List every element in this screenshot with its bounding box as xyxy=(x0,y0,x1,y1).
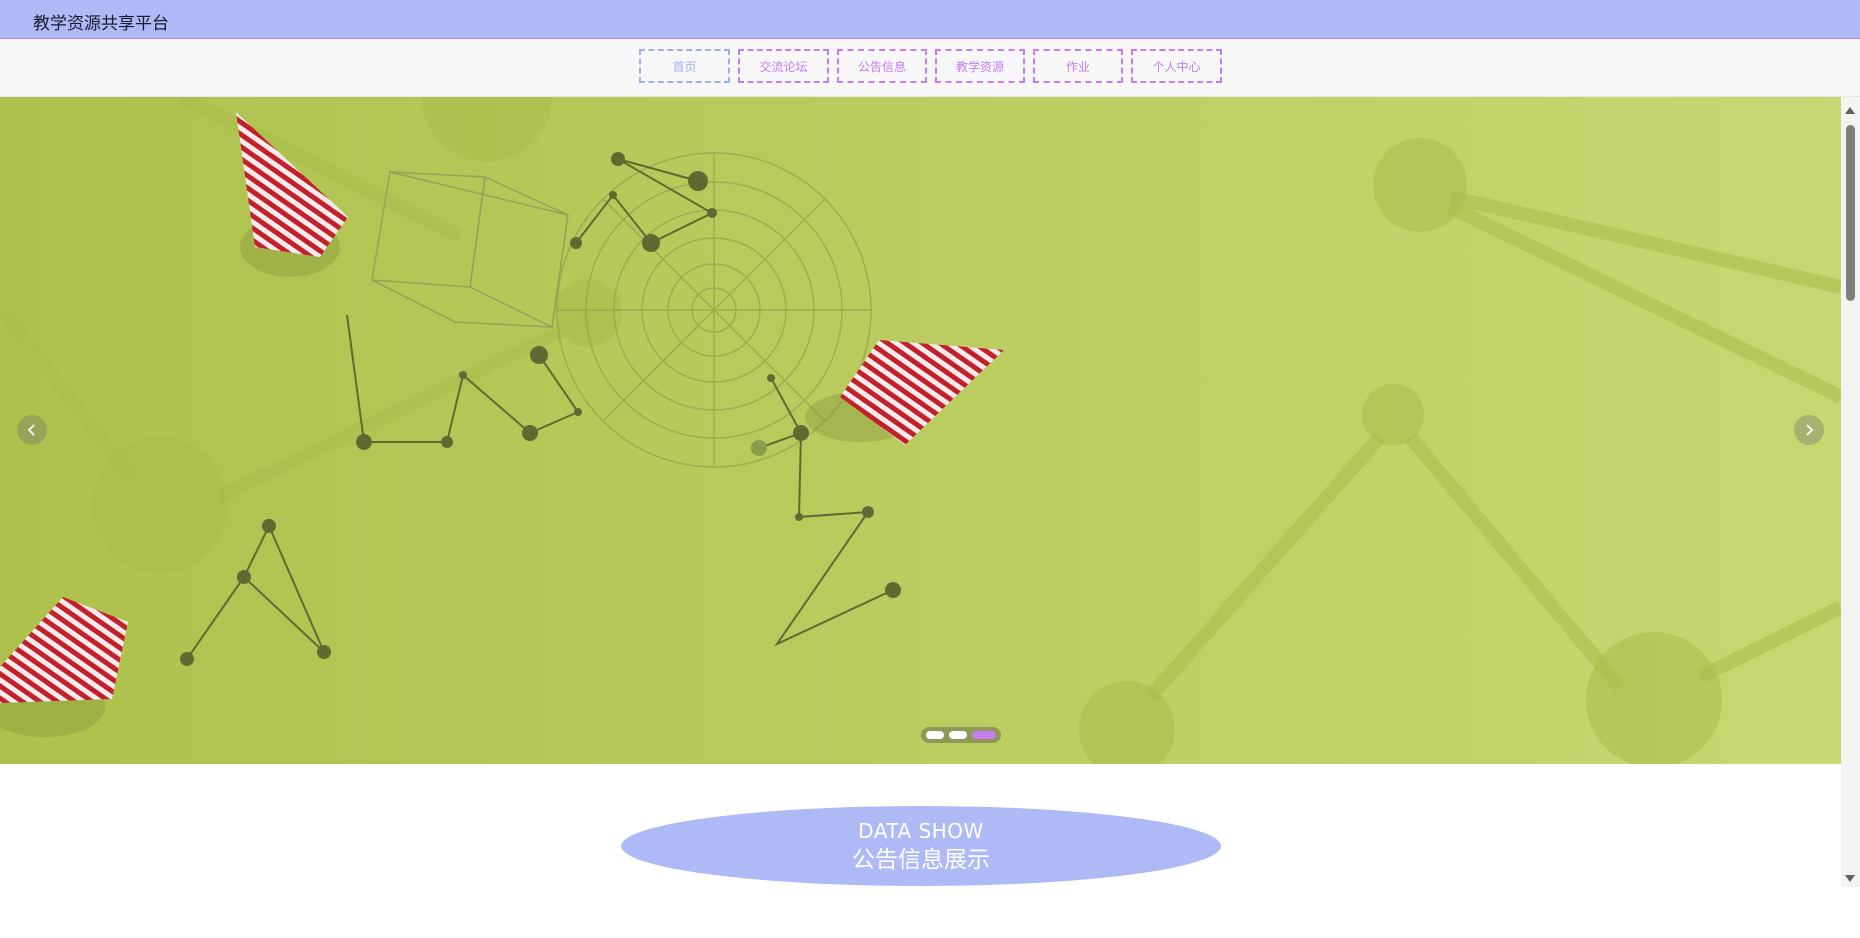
top-header-bar: 教学资源共享平台 xyxy=(0,0,1860,39)
nav-item-homework[interactable]: 作业 xyxy=(1033,49,1123,83)
carousel-next-button[interactable] xyxy=(1794,415,1824,445)
carousel-dot-3[interactable] xyxy=(972,731,996,739)
nav-item-personal-center[interactable]: 个人中心 xyxy=(1131,49,1222,83)
banner-image xyxy=(0,97,1841,764)
carousel-banner xyxy=(0,97,1841,764)
scrollbar-thumb[interactable] xyxy=(1846,125,1855,301)
carousel-indicators xyxy=(921,727,1001,743)
page-scrollbar[interactable] xyxy=(1841,97,1860,887)
main-nav: 首页 交流论坛 公告信息 教学资源 作业 个人中心 xyxy=(639,49,1222,83)
scroll-up-arrow-icon[interactable] xyxy=(1845,107,1855,114)
carousel-dot-2[interactable] xyxy=(949,731,967,739)
section-heading-announcements: DATA SHOW 公告信息展示 xyxy=(621,806,1221,886)
scroll-down-arrow-icon[interactable] xyxy=(1845,875,1855,882)
nav-item-forum[interactable]: 交流论坛 xyxy=(738,49,829,83)
section-title-en: DATA SHOW xyxy=(858,819,984,843)
app-title: 教学资源共享平台 xyxy=(33,14,169,34)
navigation-bar: 首页 交流论坛 公告信息 教学资源 作业 个人中心 xyxy=(0,39,1860,97)
section-title-cn: 公告信息展示 xyxy=(852,847,990,873)
page-bottom-area xyxy=(0,887,1860,938)
nav-item-announcements[interactable]: 公告信息 xyxy=(837,49,927,83)
chevron-right-icon xyxy=(1806,424,1814,436)
carousel-dot-1[interactable] xyxy=(926,731,944,739)
chevron-left-icon xyxy=(27,424,35,436)
nav-item-teaching-resources[interactable]: 教学资源 xyxy=(935,49,1025,83)
nav-item-home[interactable]: 首页 xyxy=(639,49,730,83)
carousel-prev-button[interactable] xyxy=(17,415,47,445)
